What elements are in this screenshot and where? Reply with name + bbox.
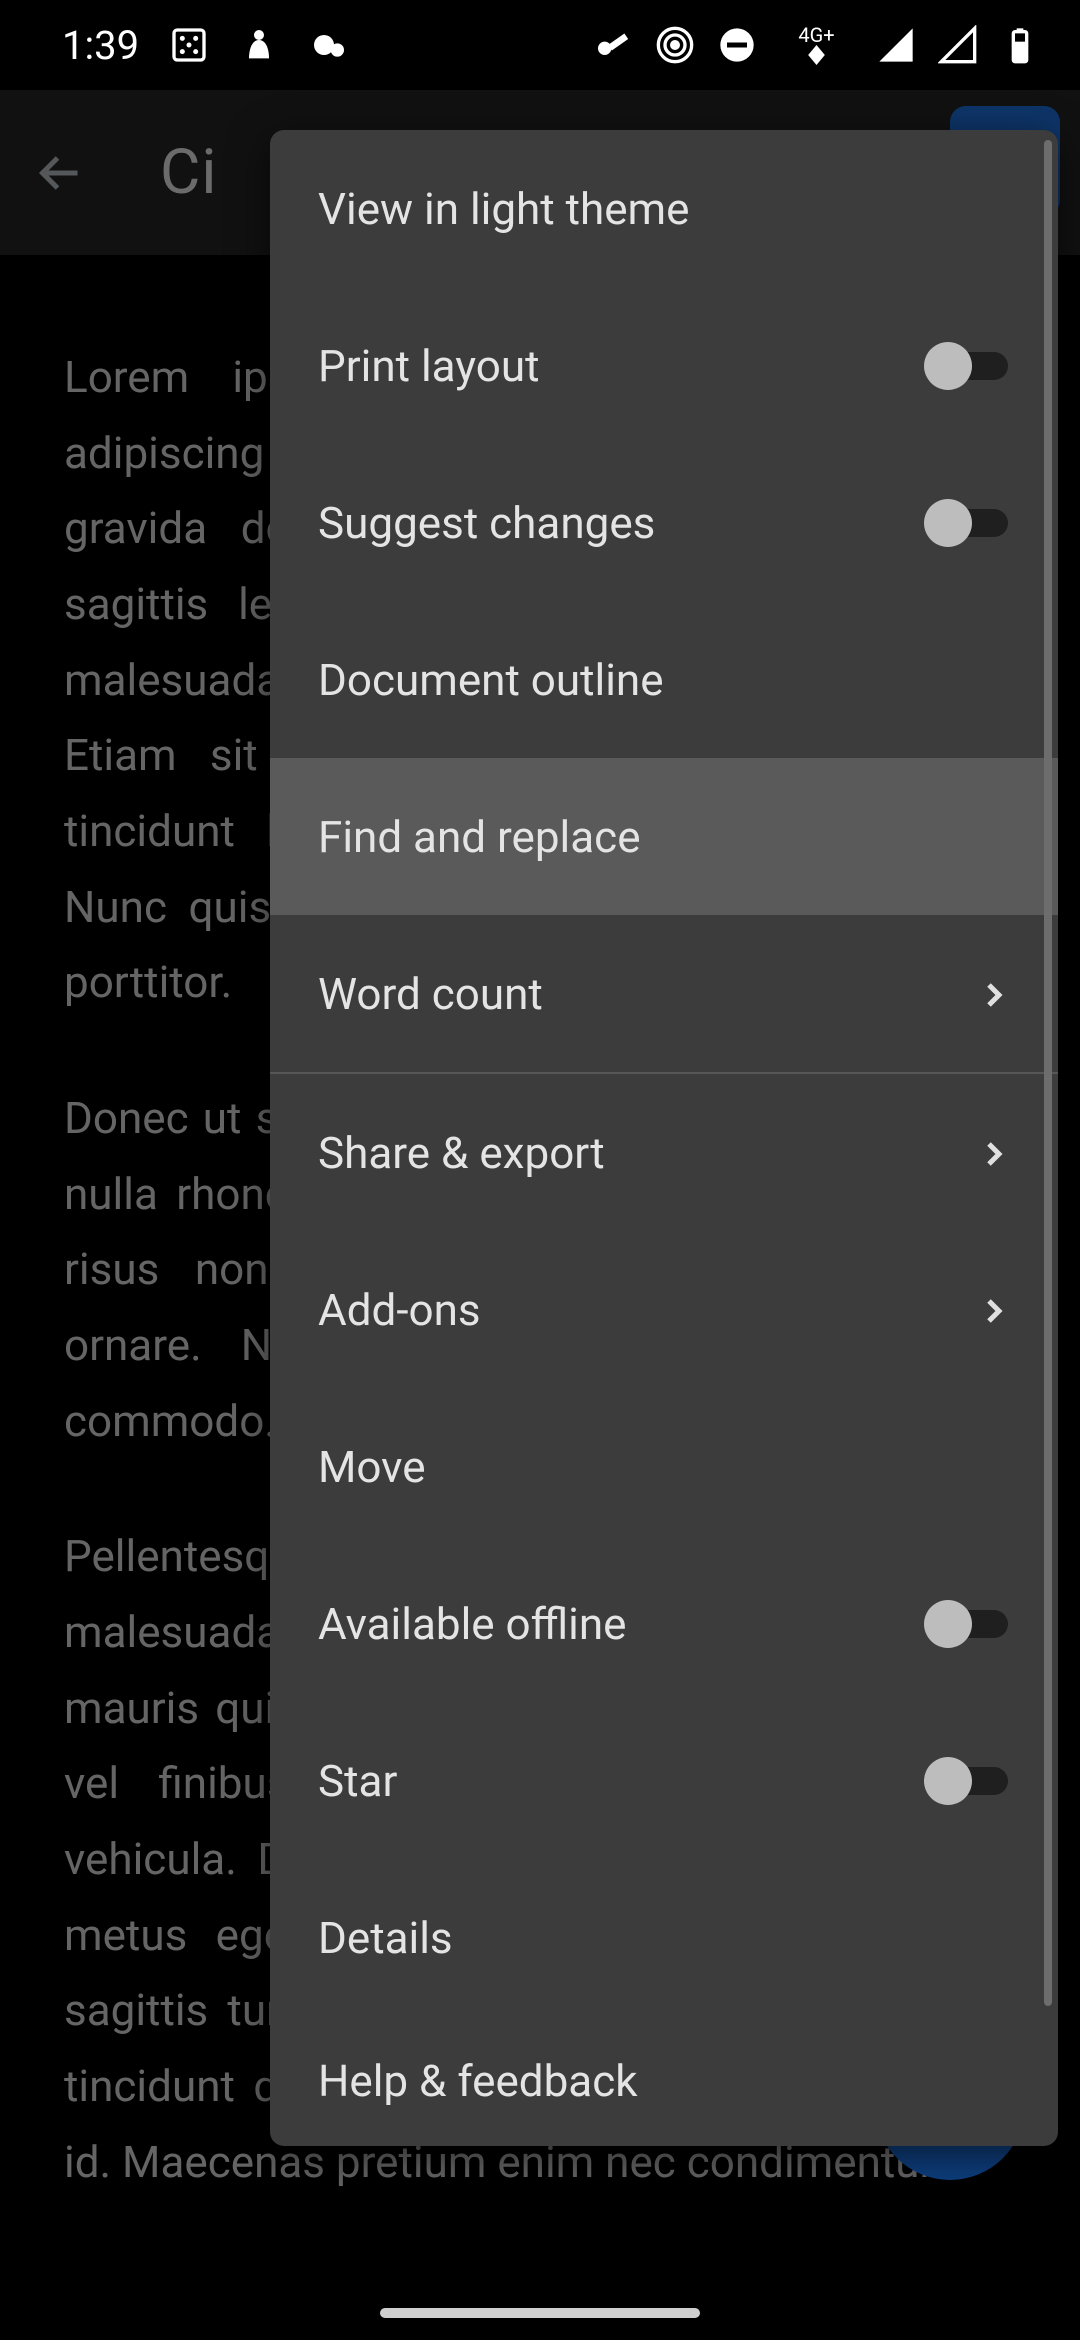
menu-item-move[interactable]: Move: [270, 1388, 1058, 1545]
menu-item-label: Details: [318, 1912, 453, 1964]
status-app-icon-2: [239, 25, 279, 65]
menu-item-details[interactable]: Details: [270, 1859, 1058, 2016]
menu-item-label: Print layout: [318, 340, 540, 392]
menu-item-label: Document outline: [318, 654, 664, 706]
menu-item-light-theme[interactable]: View in light theme: [270, 130, 1058, 287]
menu-item-label: Star: [318, 1755, 397, 1807]
menu-item-document-outline[interactable]: Document outline: [270, 601, 1058, 758]
status-bar: 1:39 4G+: [0, 0, 1080, 90]
chevron-right-icon: [974, 1133, 1014, 1173]
menu-item-label: Add-ons: [318, 1284, 481, 1336]
chevron-right-icon: [974, 974, 1014, 1014]
overflow-menu: View in light theme Print layout Suggest…: [270, 130, 1058, 2146]
chevron-right-icon: [974, 1290, 1014, 1330]
status-app-icon-1: [169, 25, 209, 65]
menu-item-suggest-changes[interactable]: Suggest changes: [270, 444, 1058, 601]
status-time: 1:39: [62, 22, 139, 69]
scrollbar[interactable]: [1044, 140, 1052, 2006]
menu-item-label: Word count: [318, 968, 543, 1020]
status-app-icon-3: [309, 25, 349, 65]
do-not-disturb-icon: [717, 25, 757, 65]
menu-item-label: Help & feedback: [318, 2055, 638, 2107]
suggest-changes-toggle[interactable]: [924, 499, 1014, 547]
menu-item-label: Share & export: [318, 1127, 605, 1179]
hotspot-icon: [655, 25, 695, 65]
menu-item-help-feedback[interactable]: Help & feedback: [270, 2016, 1058, 2146]
menu-item-find-replace[interactable]: Find and replace: [270, 758, 1058, 915]
battery-icon: [1000, 25, 1040, 65]
menu-item-word-count[interactable]: Word count: [270, 915, 1058, 1072]
network-type-label: 4G+: [779, 25, 854, 65]
vpn-key-icon: [593, 25, 633, 65]
menu-item-share-export[interactable]: Share & export: [270, 1074, 1058, 1231]
available-offline-toggle[interactable]: [924, 1600, 1014, 1648]
menu-item-label: Available offline: [318, 1598, 627, 1650]
navigation-pill[interactable]: [380, 2308, 700, 2318]
menu-item-label: Find and replace: [318, 811, 641, 863]
menu-item-star[interactable]: Star: [270, 1702, 1058, 1859]
menu-item-available-offline[interactable]: Available offline: [270, 1545, 1058, 1702]
signal-icon-1: [876, 25, 916, 65]
menu-item-label: Move: [318, 1441, 426, 1493]
star-toggle[interactable]: [924, 1757, 1014, 1805]
menu-item-label: View in light theme: [318, 183, 689, 235]
menu-item-addons[interactable]: Add-ons: [270, 1231, 1058, 1388]
print-layout-toggle[interactable]: [924, 342, 1014, 390]
menu-item-print-layout[interactable]: Print layout: [270, 287, 1058, 444]
menu-item-label: Suggest changes: [318, 497, 655, 549]
signal-icon-2: [938, 25, 978, 65]
